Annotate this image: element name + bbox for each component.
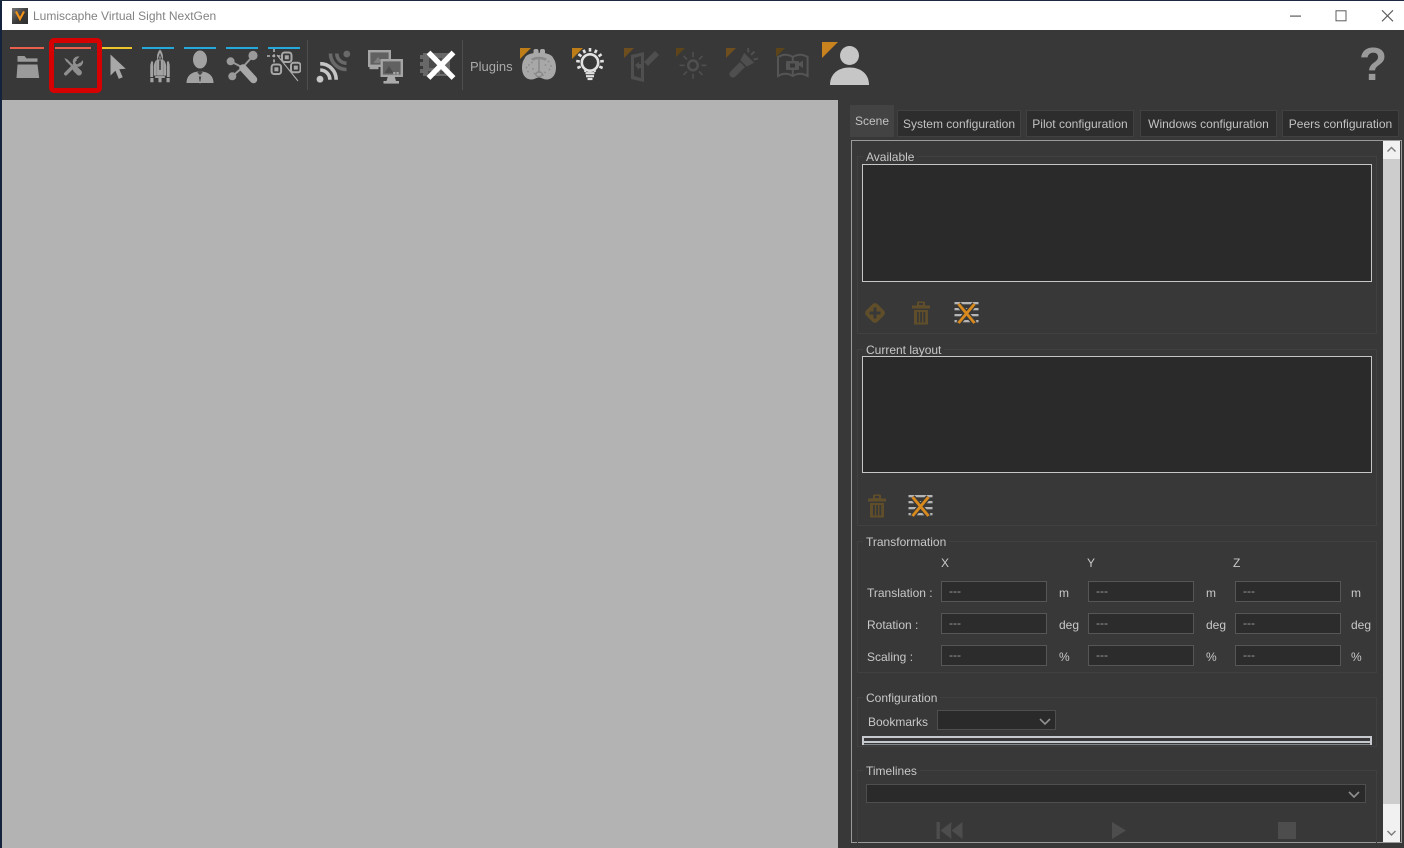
svg-text:?: ? (1359, 46, 1387, 90)
